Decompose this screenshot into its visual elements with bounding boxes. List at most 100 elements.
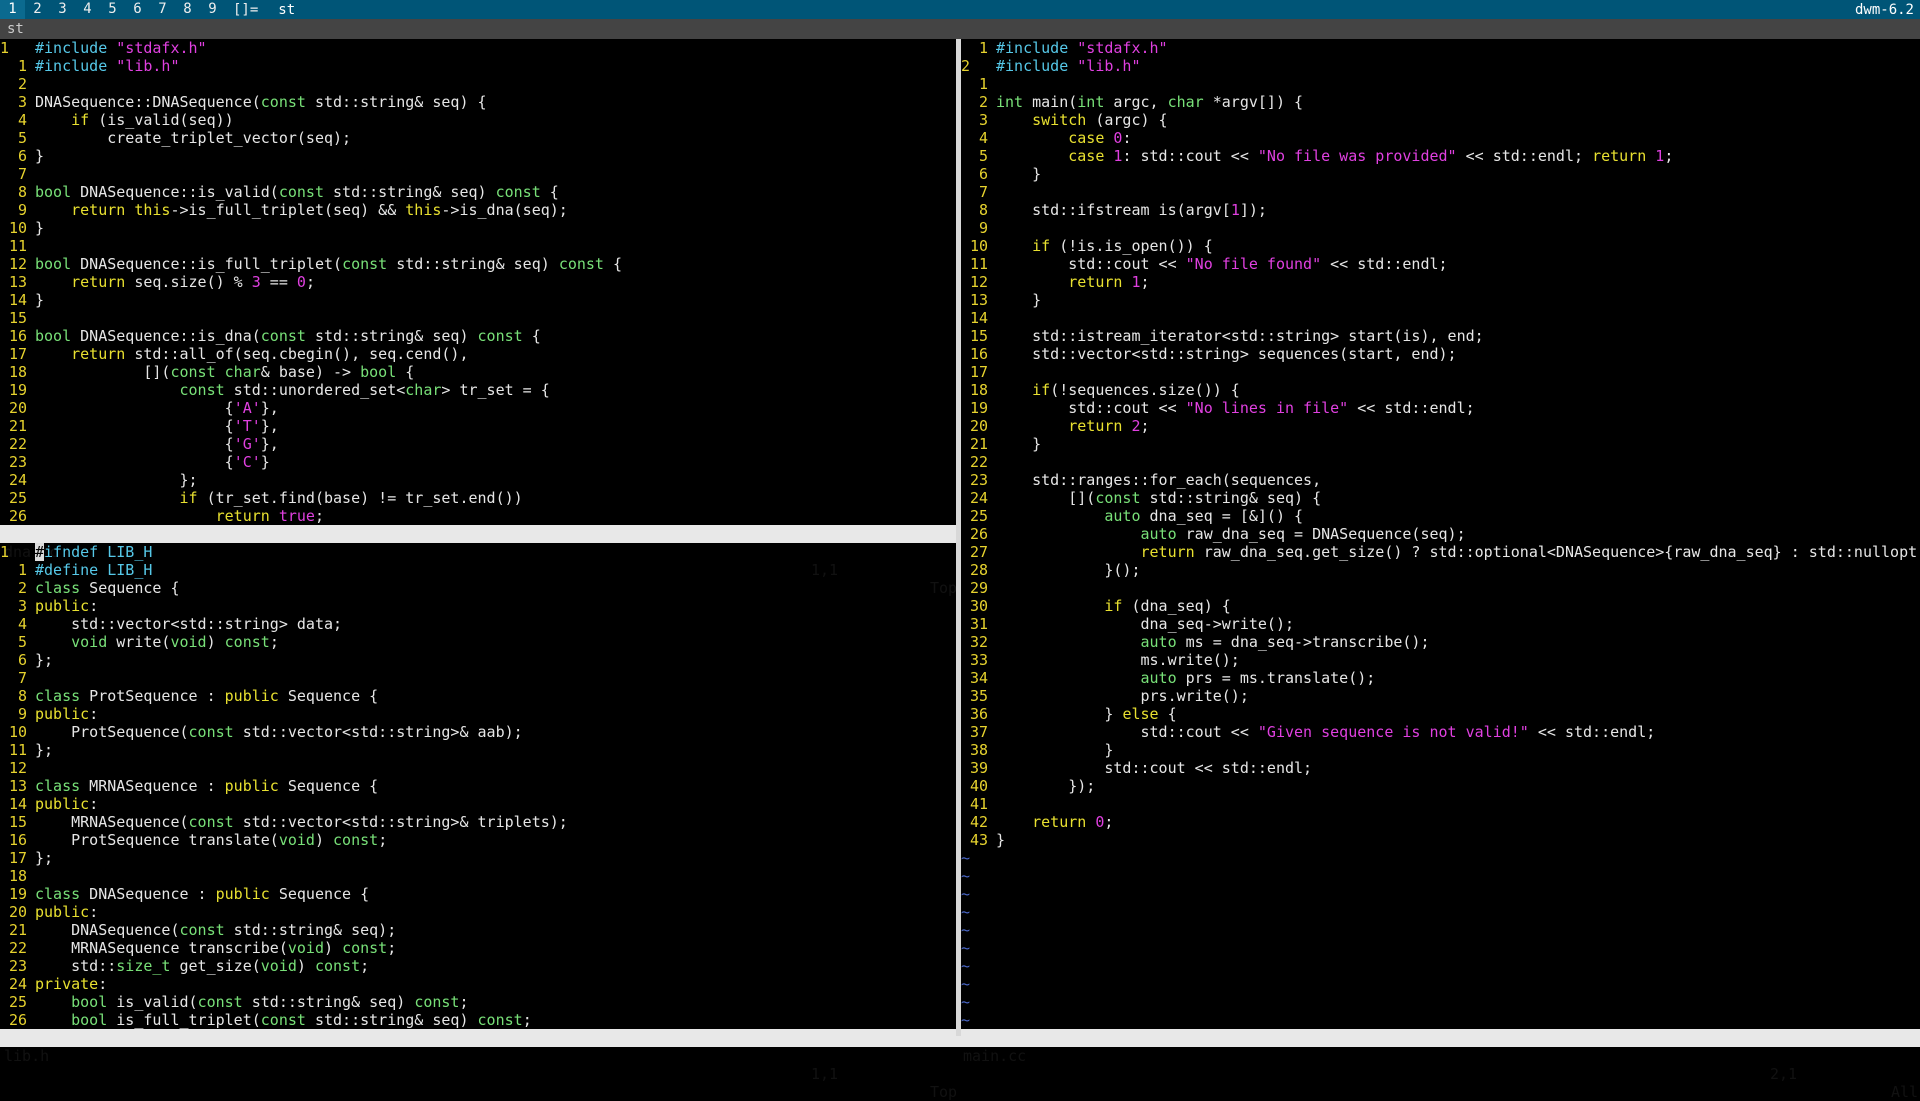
code-line[interactable]: 24 }; [0, 471, 955, 489]
code-line[interactable]: 5 case 1: std::cout << "No file was prov… [961, 147, 1920, 165]
tag-5[interactable]: 5 [100, 0, 125, 19]
tag-2[interactable]: 2 [25, 0, 50, 19]
code-line[interactable]: 8 bool DNASequence::is_valid(const std::s… [0, 183, 955, 201]
code-line[interactable]: 19 class DNASequence : public Sequence { [0, 885, 955, 903]
code-line[interactable]: 18 [0, 867, 955, 885]
code-line[interactable]: 22 MRNASequence transcribe(void) const; [0, 939, 955, 957]
code-line[interactable]: 6 } [961, 165, 1920, 183]
code-line[interactable]: 14 [961, 309, 1920, 327]
code-line[interactable]: 10 if (!is.is_open()) { [961, 237, 1920, 255]
editor-pane-lib[interactable]: 1 #ifndef LIB_H 1 #define LIB_H 2 class Seque… [0, 543, 955, 1029]
code-line[interactable]: 20 {'A'}, [0, 399, 955, 417]
code-line[interactable]: 19 const std::unordered_set<char> tr_set… [0, 381, 955, 399]
code-line[interactable]: 22 [961, 453, 1920, 471]
code-line[interactable]: 7 [0, 669, 955, 687]
code-line[interactable]: 6}; [0, 651, 955, 669]
code-line[interactable]: 32 auto ms = dna_seq->transcribe(); [961, 633, 1920, 651]
code-line[interactable]: 12 return 1; [961, 273, 1920, 291]
code-line[interactable]: 23 {'C'} [0, 453, 955, 471]
code-line[interactable]: 17 return std::all_of(seq.cbegin(), seq.… [0, 345, 955, 363]
code-line[interactable]: 16 ProtSequence translate(void) const; [0, 831, 955, 849]
code-line[interactable]: 7 [0, 165, 955, 183]
code-line[interactable]: 29 [961, 579, 1920, 597]
code-line[interactable]: 2 [0, 75, 955, 93]
code-line[interactable]: 1 #define LIB_H [0, 561, 955, 579]
code-line[interactable]: 4 std::vector<std::string> data; [0, 615, 955, 633]
code-line[interactable]: 2 int main(int argc, char *argv[]) { [961, 93, 1920, 111]
code-line[interactable]: 14} [0, 291, 955, 309]
code-line[interactable]: 28 }(); [961, 561, 1920, 579]
code-line[interactable]: 26 bool is_full_triplet(const std::strin… [0, 1011, 955, 1029]
code-line[interactable]: 23 std::size_t get_size(void) const; [0, 957, 955, 975]
tag-9[interactable]: 9 [200, 0, 225, 19]
code-line[interactable]: 34 auto prs = ms.translate(); [961, 669, 1920, 687]
tag-6[interactable]: 6 [125, 0, 150, 19]
tag-3[interactable]: 3 [50, 0, 75, 19]
code-line[interactable]: 36 } else { [961, 705, 1920, 723]
code-line[interactable]: 10 ProtSequence(const std::vector<std::s… [0, 723, 955, 741]
code-line[interactable]: 38 } [961, 741, 1920, 759]
code-line[interactable]: 31 dna_seq->write(); [961, 615, 1920, 633]
code-line[interactable]: 6} [0, 147, 955, 165]
code-line[interactable]: 24 private: [0, 975, 955, 993]
code-line[interactable]: 40 }); [961, 777, 1920, 795]
code-line[interactable]: 11 [0, 237, 955, 255]
code-line[interactable]: 1 [961, 75, 1920, 93]
layout-symbol[interactable]: []= [225, 2, 268, 18]
code-line[interactable]: 4 case 0: [961, 129, 1920, 147]
code-line[interactable]: 3 public: [0, 597, 955, 615]
code-line[interactable]: 20 return 2; [961, 417, 1920, 435]
code-line[interactable]: 16 std::vector<std::string> sequences(st… [961, 345, 1920, 363]
code-line[interactable]: 13 return seq.size() % 3 == 0; [0, 273, 955, 291]
tag-8[interactable]: 8 [175, 0, 200, 19]
code-line[interactable]: 18 [](const char& base) -> bool { [0, 363, 955, 381]
code-line[interactable]: 25 bool is_valid(const std::string& seq)… [0, 993, 955, 1011]
code-line[interactable]: 25 auto dna_seq = [&]() { [961, 507, 1920, 525]
code-line[interactable]: 19 std::cout << "No lines in file" << st… [961, 399, 1920, 417]
code-line[interactable]: 7 [961, 183, 1920, 201]
code-line[interactable]: 24 [](const std::string& seq) { [961, 489, 1920, 507]
code-line[interactable]: 42 return 0; [961, 813, 1920, 831]
code-line[interactable]: 21 DNASequence(const std::string& seq); [0, 921, 955, 939]
code-line[interactable]: 15 [0, 309, 955, 327]
code-line[interactable]: 3 DNASequence::DNASequence(const std::str… [0, 93, 955, 111]
code-line[interactable]: 2 class Sequence { [0, 579, 955, 597]
code-line[interactable]: 9 [961, 219, 1920, 237]
code-line[interactable]: 43} [961, 831, 1920, 849]
code-line[interactable]: 25 if (tr_set.find(base) != tr_set.end()… [0, 489, 955, 507]
code-line[interactable]: 26 auto raw_dna_seq = DNASequence(seq); [961, 525, 1920, 543]
code-line[interactable]: 27 return raw_dna_seq.get_size() ? std::… [961, 543, 1920, 561]
code-line[interactable]: 1 #include "stdafx.h" [961, 39, 1920, 57]
code-line[interactable]: 30 if (dna_seq) { [961, 597, 1920, 615]
code-line[interactable]: 18 if(!sequences.size()) { [961, 381, 1920, 399]
code-line[interactable]: 1 #include "stdafx.h" [0, 39, 955, 57]
editor-pane-dna[interactable]: 1 #include "stdafx.h" 1 #include "lib.h" 2 3 D… [0, 39, 955, 525]
code-line[interactable]: 35 prs.write(); [961, 687, 1920, 705]
code-line[interactable]: 9 return this->is_full_triplet(seq) && t… [0, 201, 955, 219]
code-line[interactable]: 5 create_triplet_vector(seq); [0, 129, 955, 147]
code-line[interactable]: 11 std::cout << "No file found" << std::… [961, 255, 1920, 273]
code-line[interactable]: 2 #include "lib.h" [961, 57, 1920, 75]
code-line[interactable]: 11}; [0, 741, 955, 759]
code-line[interactable]: 39 std::cout << std::endl; [961, 759, 1920, 777]
code-line[interactable]: 8 std::ifstream is(argv[1]); [961, 201, 1920, 219]
code-line[interactable]: 12 [0, 759, 955, 777]
code-line[interactable]: 10} [0, 219, 955, 237]
code-line[interactable]: 37 std::cout << "Given sequence is not v… [961, 723, 1920, 741]
code-line[interactable]: 16 bool DNASequence::is_dna(const std::st… [0, 327, 955, 345]
code-line[interactable]: 26 return true; [0, 507, 955, 525]
code-line[interactable]: 8 class ProtSequence : public Sequence { [0, 687, 955, 705]
code-line[interactable]: 14 public: [0, 795, 955, 813]
code-line[interactable]: 1 #include "lib.h" [0, 57, 955, 75]
code-line[interactable]: 5 void write(void) const; [0, 633, 955, 651]
tag-1[interactable]: 1 [0, 0, 25, 19]
code-line[interactable]: 12 bool DNASequence::is_full_triplet(cons… [0, 255, 955, 273]
code-line[interactable]: 41 [961, 795, 1920, 813]
code-line[interactable]: 3 switch (argc) { [961, 111, 1920, 129]
code-line[interactable]: 21 } [961, 435, 1920, 453]
editor-pane-main[interactable]: 1 #include "stdafx.h" 2 #include "lib.h" 1 2 i… [961, 39, 1920, 1029]
tag-4[interactable]: 4 [75, 0, 100, 19]
tag-7[interactable]: 7 [150, 0, 175, 19]
code-line[interactable]: 9 public: [0, 705, 955, 723]
code-line[interactable]: 13 } [961, 291, 1920, 309]
